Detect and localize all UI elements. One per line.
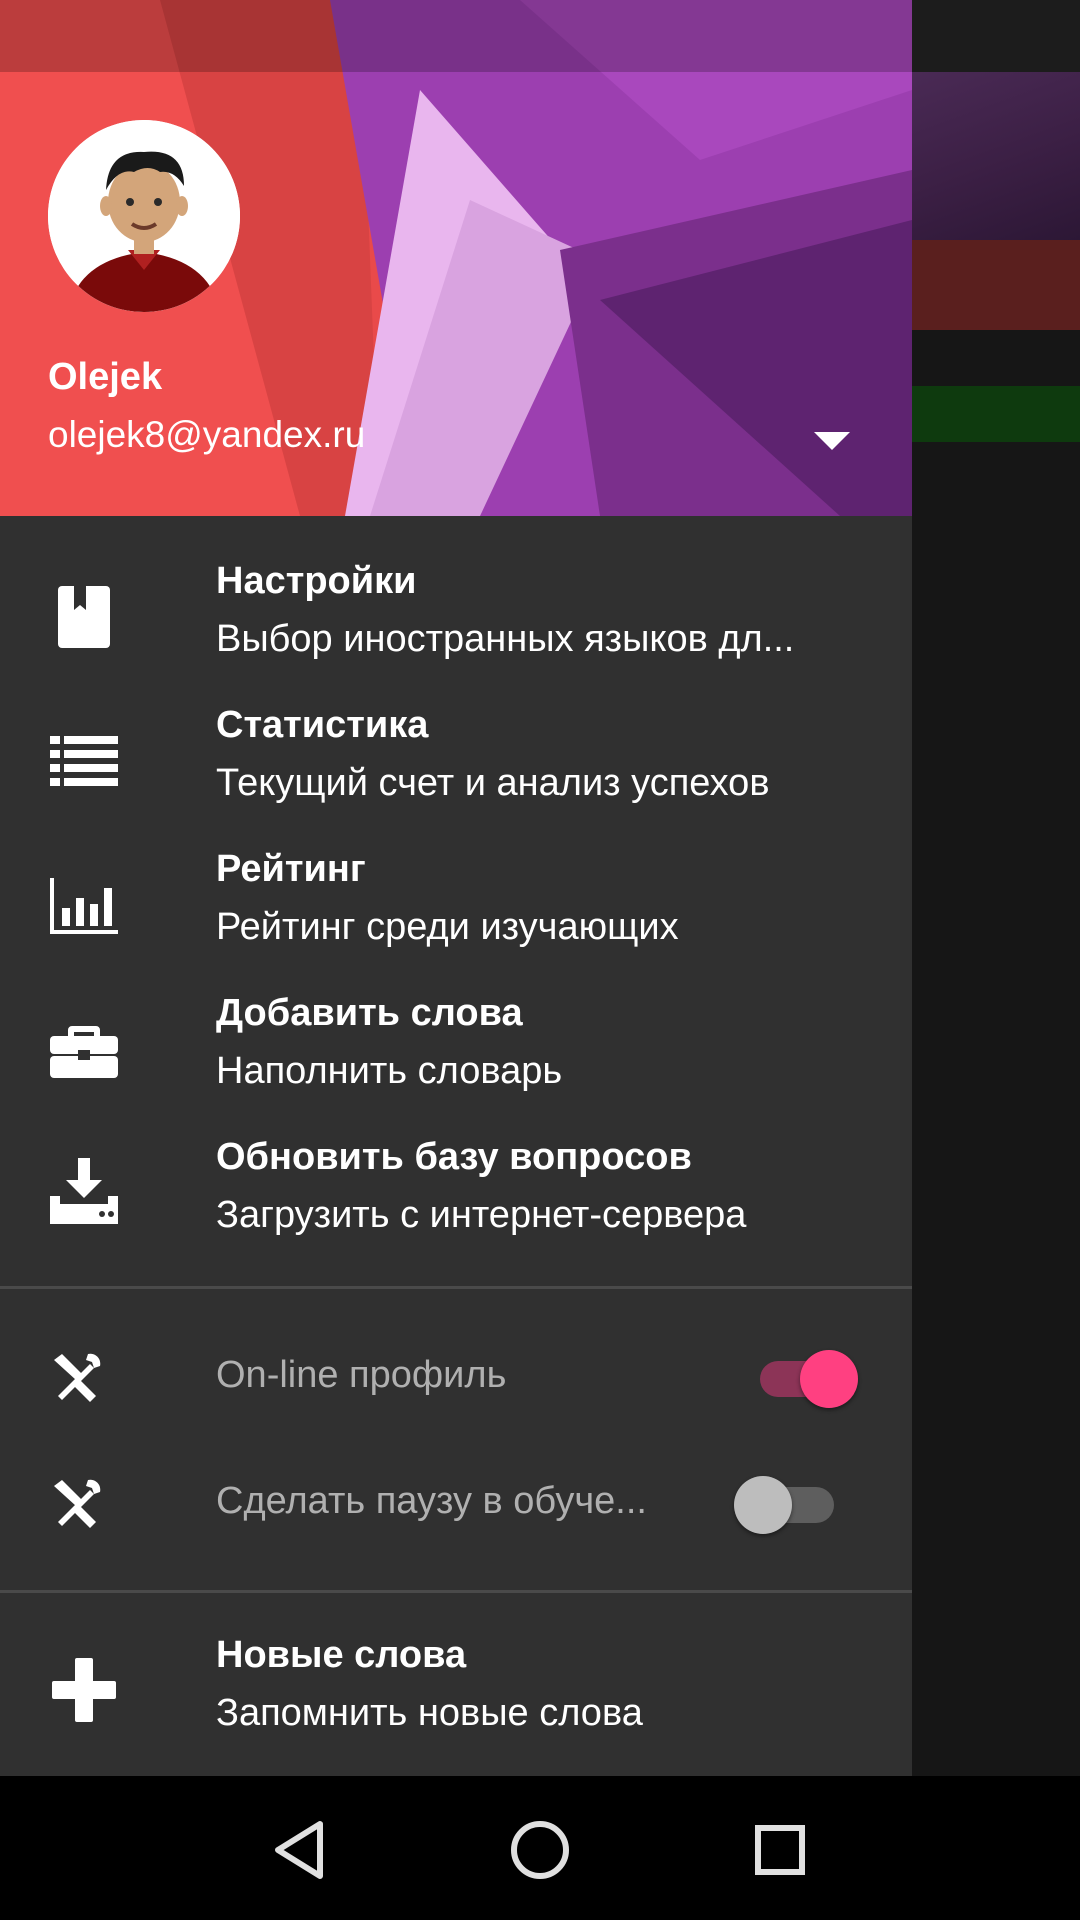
- menu-item-title: Добавить слова: [216, 992, 523, 1034]
- arrow-drop-down-icon: [814, 432, 850, 450]
- menu-item-subtitle: Рейтинг среди изучающих: [216, 906, 679, 948]
- switch-item-online-profile[interactable]: On-line профиль: [0, 1314, 912, 1440]
- menu-item-rating[interactable]: Рейтинг Рейтинг среди изучающих: [0, 828, 912, 972]
- book-icon: [58, 586, 110, 648]
- background-status-bar: [912, 0, 1080, 72]
- menu-item-title: Настройки: [216, 560, 417, 602]
- recents-button[interactable]: [738, 1808, 822, 1892]
- divider: [0, 1590, 912, 1593]
- divider: [0, 1286, 912, 1289]
- avatar-image: [48, 120, 240, 312]
- menu-item-title: Новые слова: [216, 1634, 467, 1676]
- menu-item-subtitle: Наполнить словарь: [216, 1050, 563, 1092]
- screen: Olejek olejek8@yandex.ru Настройки Выбор…: [0, 0, 1080, 1920]
- menu-item-statistics[interactable]: Статистика Текущий счет и анализ успехов: [0, 684, 912, 828]
- background-red-strip: [912, 240, 1080, 330]
- menu-item-title: Обновить базу вопросов: [216, 1136, 692, 1178]
- menu-item-subtitle: Выбор иностранных языков дл...: [216, 618, 795, 660]
- switch-label: Сделать паузу в обуче...: [216, 1480, 647, 1522]
- menu-item-subtitle: Загрузить с интернет-сервера: [216, 1194, 747, 1236]
- tools-icon: [54, 1353, 101, 1402]
- drawer-header: Olejek olejek8@yandex.ru: [0, 0, 912, 516]
- avatar[interactable]: [48, 120, 240, 312]
- switch-thumb: [800, 1350, 858, 1408]
- online-profile-switch[interactable]: [750, 1342, 860, 1412]
- switch-thumb: [734, 1476, 792, 1534]
- menu-item-subtitle: Запомнить новые слова: [216, 1692, 643, 1734]
- menu-item-settings[interactable]: Настройки Выбор иностранных языков дл...: [0, 540, 912, 684]
- home-icon: [511, 1821, 569, 1879]
- switch-label: On-line профиль: [216, 1354, 507, 1396]
- account-name: Olejek: [48, 356, 163, 398]
- account-email: olejek8@yandex.ru: [48, 414, 366, 455]
- plus-icon: [52, 1658, 116, 1722]
- menu-item-new-words[interactable]: Новые слова Запомнить новые слова: [0, 1614, 912, 1758]
- menu-item-title: Статистика: [216, 704, 429, 746]
- background-app[interactable]: [912, 0, 1080, 1776]
- briefcase-icon: [50, 1026, 118, 1078]
- list-icon: [50, 736, 118, 786]
- download-icon: [50, 1158, 118, 1224]
- home-button[interactable]: [498, 1808, 582, 1892]
- navigation-drawer: Olejek olejek8@yandex.ru Настройки Выбор…: [0, 0, 912, 1776]
- bar-chart-icon: [50, 878, 118, 934]
- status-bar: [0, 0, 912, 72]
- menu-item-add-words[interactable]: Добавить слова Наполнить словарь: [0, 972, 912, 1116]
- menu-item-subtitle: Текущий счет и анализ успехов: [216, 762, 770, 804]
- switch-item-pause-learning[interactable]: Сделать паузу в обуче...: [0, 1440, 912, 1566]
- menu-item-update-database[interactable]: Обновить базу вопросов Загрузить с интер…: [0, 1116, 912, 1260]
- system-navigation-bar: [0, 1776, 1080, 1920]
- menu-item-title: Рейтинг: [216, 848, 366, 890]
- background-green-strip: [912, 386, 1080, 442]
- tools-icon: [54, 1479, 101, 1528]
- back-icon: [275, 1821, 323, 1879]
- background-header: [912, 72, 1080, 240]
- back-button[interactable]: [258, 1808, 342, 1892]
- pause-learning-switch[interactable]: [734, 1468, 844, 1538]
- recents-icon: [755, 1825, 805, 1875]
- account-dropdown-button[interactable]: [800, 418, 864, 466]
